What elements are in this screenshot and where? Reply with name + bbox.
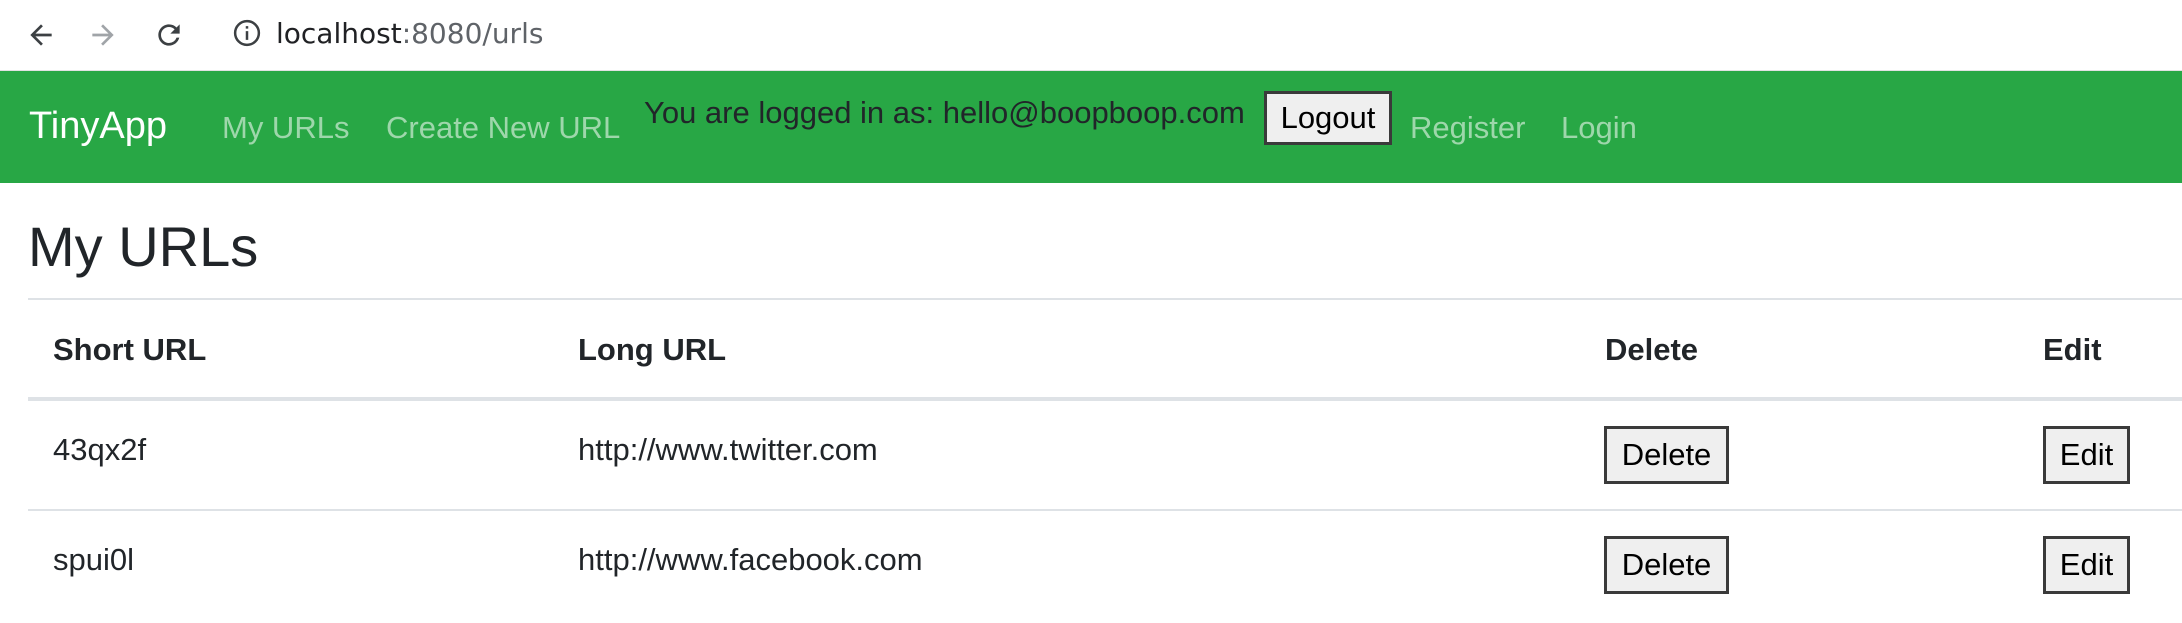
edit-button[interactable]: Edit bbox=[2043, 426, 2130, 484]
reload-icon bbox=[158, 24, 180, 46]
header-divider bbox=[28, 397, 2182, 401]
browser-toolbar: localhost:8080/urls bbox=[0, 0, 2182, 71]
header-long-url: Long URL bbox=[578, 332, 727, 367]
delete-button[interactable]: Delete bbox=[1604, 426, 1729, 484]
long-url-cell: http://www.facebook.com bbox=[578, 542, 923, 577]
page-title: My URLs bbox=[28, 215, 259, 278]
nav-link-login[interactable]: Login bbox=[1561, 110, 1637, 146]
nav-link-register[interactable]: Register bbox=[1410, 110, 1525, 146]
short-url-cell: spui0l bbox=[53, 542, 134, 577]
delete-button[interactable]: Delete bbox=[1604, 536, 1729, 594]
short-url-cell: 43qx2f bbox=[53, 432, 147, 467]
header-delete: Delete bbox=[1605, 332, 1699, 367]
logged-in-status: You are logged in as: hello@boopboop.com bbox=[644, 95, 1245, 130]
forward-arrow-icon bbox=[92, 24, 114, 46]
info-icon[interactable] bbox=[232, 18, 262, 48]
reload-button[interactable] bbox=[146, 12, 192, 58]
edit-button[interactable]: Edit bbox=[2043, 536, 2130, 594]
title-divider bbox=[28, 298, 2182, 300]
header-short-url: Short URL bbox=[53, 332, 207, 367]
row-divider bbox=[28, 509, 2182, 511]
nav-link-create-new-url[interactable]: Create New URL bbox=[386, 110, 620, 146]
logout-button[interactable]: Logout bbox=[1264, 91, 1392, 145]
brand-link[interactable]: TinyApp bbox=[29, 105, 167, 148]
address-bar[interactable]: localhost:8080/urls bbox=[214, 4, 2182, 62]
long-url-cell: http://www.twitter.com bbox=[578, 432, 878, 467]
back-button[interactable] bbox=[18, 12, 64, 58]
header-edit: Edit bbox=[2043, 332, 2102, 367]
forward-button[interactable] bbox=[80, 12, 126, 58]
url-host: localhost bbox=[276, 16, 402, 50]
url-path: :8080/urls bbox=[401, 16, 544, 50]
back-arrow-icon bbox=[30, 24, 52, 46]
app-navbar: TinyApp My URLs Create New URL You are l… bbox=[0, 71, 2182, 183]
nav-link-my-urls[interactable]: My URLs bbox=[222, 110, 349, 146]
url-text[interactable]: localhost:8080/urls bbox=[276, 17, 543, 50]
